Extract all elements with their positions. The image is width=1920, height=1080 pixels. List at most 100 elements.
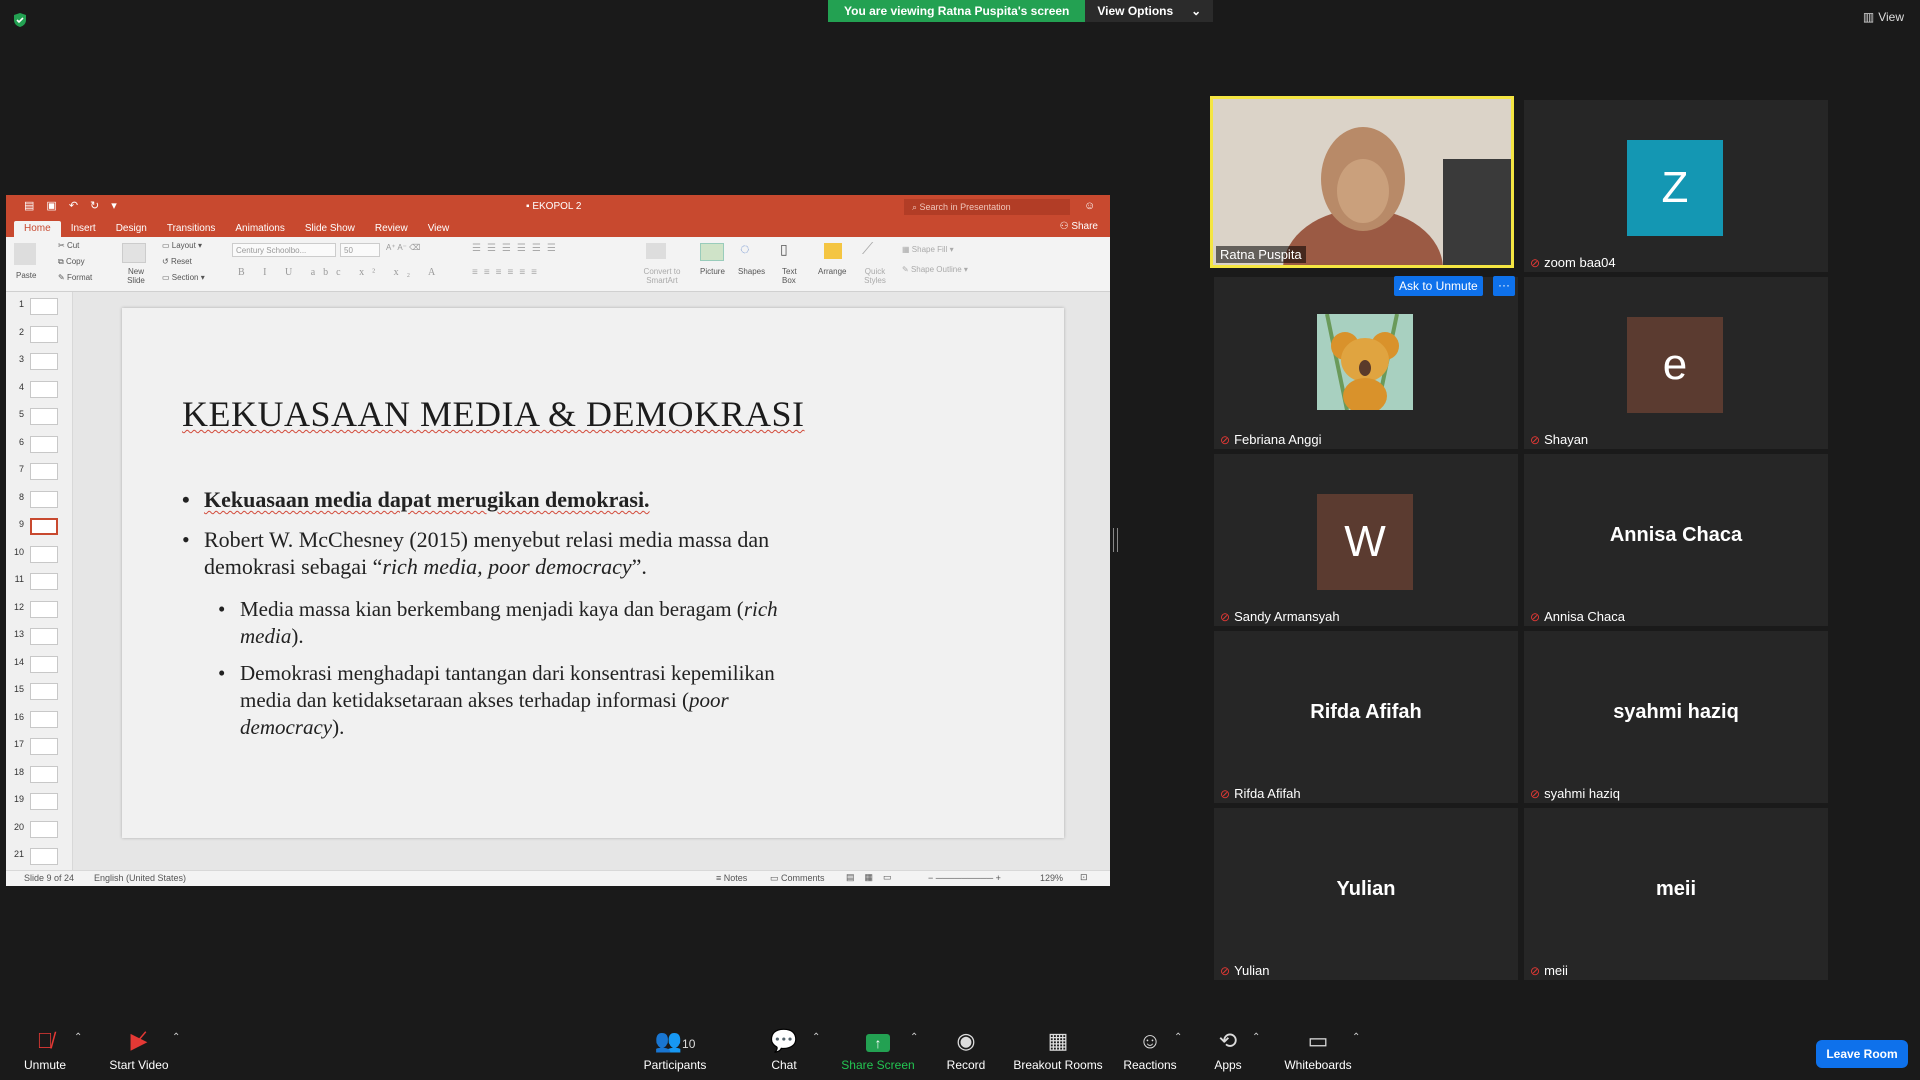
paragraph-buttons[interactable]: ☰☰☰☰☰☰	[472, 243, 562, 254]
font-size-select[interactable]: 50	[340, 243, 380, 257]
tab-review[interactable]: Review	[365, 221, 418, 237]
video-tile[interactable]: syahmi haziq ⊘ syahmi haziq	[1524, 631, 1828, 803]
apps-caret-icon[interactable]: ⌃	[1252, 1032, 1260, 1043]
video-tile[interactable]: e ⊘ Shayan	[1524, 277, 1828, 449]
new-slide-icon[interactable]	[122, 243, 146, 263]
audio-options-caret-icon[interactable]: ⌃	[74, 1032, 82, 1043]
fit-slide-icon[interactable]: ⊡	[1080, 872, 1088, 883]
share-caret-icon[interactable]: ⌃	[910, 1032, 918, 1043]
quick-styles-label[interactable]: Quick Styles	[862, 267, 888, 285]
ppt-share-button[interactable]: ⚇ Share	[1060, 221, 1098, 232]
video-tile[interactable]: meii ⊘ meii	[1524, 808, 1828, 980]
shape-outline-button[interactable]: ✎ Shape Outline ▾	[902, 265, 968, 274]
slide-thumbnail[interactable]: 10	[6, 544, 72, 566]
align-buttons[interactable]: ≡≡≡≡≡≡	[472, 267, 543, 278]
reactions-caret-icon[interactable]: ⌃	[1174, 1032, 1182, 1043]
share-screen-button[interactable]: ↑ Share Screen	[840, 1030, 916, 1072]
redo-icon[interactable]: ↻	[90, 199, 99, 212]
layout-button[interactable]: ▭ Layout ▾	[162, 241, 202, 250]
tab-view[interactable]: View	[418, 221, 460, 237]
picture-icon[interactable]	[700, 243, 724, 261]
more-options-icon[interactable]: ···	[1493, 276, 1515, 296]
video-tile[interactable]: Ask to Unmute ··· ⊘ Febriana Anggi	[1214, 276, 1518, 449]
slide-thumbnail[interactable]: 19	[6, 791, 72, 813]
slide-thumbnail[interactable]: 18	[6, 764, 72, 786]
slide-thumbnail[interactable]: 13	[6, 626, 72, 648]
arrange-label[interactable]: Arrange	[818, 267, 846, 276]
copy-button[interactable]: ⧉ Copy	[58, 257, 85, 267]
tab-home[interactable]: Home	[14, 221, 61, 237]
whiteboards-button[interactable]: ▭ Whiteboards	[1282, 1030, 1354, 1073]
slide-thumbnail[interactable]: 21	[6, 846, 72, 868]
video-tile[interactable]: Rifda Afifah ⊘ Rifda Afifah	[1214, 631, 1518, 803]
section-button[interactable]: ▭ Section ▾	[162, 273, 205, 282]
tab-design[interactable]: Design	[106, 221, 157, 237]
slide-thumbnail[interactable]: 5	[6, 406, 72, 428]
breakout-rooms-button[interactable]: ▦ Breakout Rooms	[1012, 1030, 1104, 1073]
view-options-button[interactable]: View Options ⌄	[1085, 0, 1214, 22]
zoom-level[interactable]: 129%	[1040, 873, 1063, 883]
arrange-icon[interactable]	[824, 243, 842, 259]
tab-insert[interactable]: Insert	[61, 221, 106, 237]
convert-smartart-label[interactable]: Convert to SmartArt	[640, 267, 684, 285]
shapes-icon[interactable]: ◌	[740, 241, 750, 259]
unmute-button[interactable]: 🎙̸ Unmute	[20, 1030, 70, 1073]
slide-thumbnail[interactable]: 11	[6, 571, 72, 593]
video-tile[interactable]: W ⊘ Sandy Armansyah	[1214, 454, 1518, 626]
shield-icon[interactable]	[12, 12, 28, 28]
slide-thumbnail[interactable]: 4	[6, 379, 72, 401]
picture-label[interactable]: Picture	[700, 267, 725, 276]
slide-canvas[interactable]: KEKUASAAN MEDIA & DEMOKRASI • Kekuasaan m…	[122, 308, 1064, 838]
sidebar-toggle-icon[interactable]: ▤	[24, 199, 34, 212]
slide-thumbnail[interactable]: 20	[6, 819, 72, 841]
save-icon[interactable]: ▣	[46, 199, 56, 212]
reactions-button[interactable]: ☺ Reactions	[1120, 1030, 1180, 1073]
video-tile[interactable]: Z ⊘ zoom baa04	[1524, 100, 1828, 272]
quick-styles-icon[interactable]: ⟋	[862, 241, 873, 259]
smiley-icon[interactable]: ☺	[1084, 200, 1095, 212]
slide-thumbnail[interactable]: 9	[6, 516, 72, 538]
ask-to-unmute-button[interactable]: Ask to Unmute	[1394, 276, 1483, 296]
slide-thumbnail[interactable]: 3	[6, 351, 72, 373]
notes-button[interactable]: ≡ Notes	[716, 873, 747, 883]
format-button[interactable]: ✎ Format	[58, 273, 92, 282]
slide-thumbnail[interactable]: 6	[6, 434, 72, 456]
font-grow-shrink-icons[interactable]: A⁺ A⁻ ⌫	[386, 243, 420, 252]
slide-thumbnail[interactable]: 17	[6, 736, 72, 758]
slide-thumbnail[interactable]: 12	[6, 599, 72, 621]
slide-thumbnail[interactable]: 7	[6, 461, 72, 483]
slide-thumbnail[interactable]: 14	[6, 654, 72, 676]
smartart-icon[interactable]	[646, 243, 666, 259]
zoom-slider[interactable]: − ───────── +	[928, 873, 1001, 883]
font-style-buttons[interactable]: B I U abc x² x₂ A	[238, 267, 443, 278]
slide-thumbnail[interactable]: 8	[6, 489, 72, 511]
start-video-button[interactable]: ▶̸ Start Video	[104, 1030, 174, 1073]
paste-label[interactable]: Paste	[16, 271, 36, 280]
text-box-icon[interactable]: ▯	[780, 241, 788, 258]
cut-button[interactable]: ✂ Cut	[58, 241, 79, 250]
whiteboards-caret-icon[interactable]: ⌃	[1352, 1032, 1360, 1043]
new-slide-label[interactable]: New Slide	[122, 267, 150, 285]
participants-button[interactable]: 👥10 Participants	[640, 1030, 710, 1073]
resize-handle[interactable]	[1113, 528, 1118, 552]
font-name-select[interactable]: Century Schoolbo...	[232, 243, 336, 257]
slide-thumbnail[interactable]: 2	[6, 324, 72, 346]
slide-thumbnail[interactable]: 15	[6, 681, 72, 703]
tab-slide-show[interactable]: Slide Show	[295, 221, 365, 237]
comments-button[interactable]: ▭ Comments	[770, 873, 825, 884]
tab-transitions[interactable]: Transitions	[157, 221, 226, 237]
video-options-caret-icon[interactable]: ⌃	[172, 1032, 180, 1043]
record-button[interactable]: ◉ Record	[944, 1030, 988, 1073]
customize-icon[interactable]: ▾	[111, 199, 117, 212]
slide-thumbnail[interactable]: 1	[6, 296, 72, 318]
chat-caret-icon[interactable]: ⌃	[812, 1032, 820, 1043]
shape-fill-button[interactable]: ▦ Shape Fill ▾	[902, 245, 954, 254]
shapes-label[interactable]: Shapes	[738, 267, 765, 276]
chat-button[interactable]: 💬 Chat	[764, 1030, 804, 1073]
undo-icon[interactable]: ↶	[69, 199, 78, 212]
reset-button[interactable]: ↺ Reset	[162, 257, 192, 266]
text-box-label[interactable]: Text Box	[782, 267, 802, 285]
video-tile-active-speaker[interactable]: Ratna Puspita	[1210, 96, 1514, 268]
video-tile[interactable]: Annisa Chaca ⊘ Annisa Chaca	[1524, 454, 1828, 626]
view-button[interactable]: ▥ View	[1863, 10, 1904, 24]
